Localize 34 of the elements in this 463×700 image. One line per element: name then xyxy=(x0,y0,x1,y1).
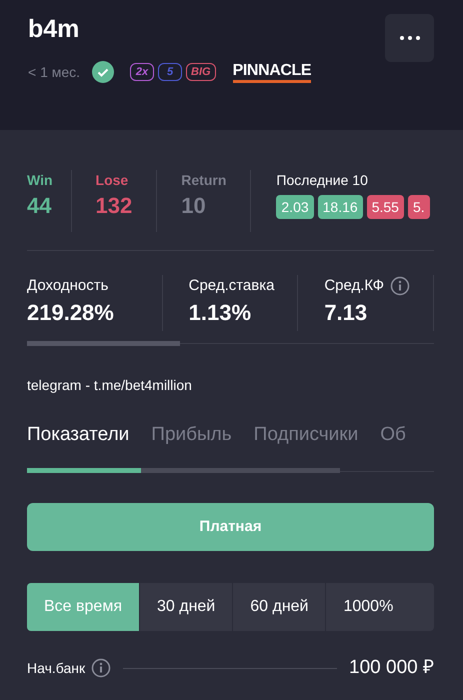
info-icon[interactable] xyxy=(91,658,112,678)
tag-badge: BIG xyxy=(186,63,216,81)
metric-value: 7.13 xyxy=(324,298,368,326)
bookmaker-logo: PINNACLE xyxy=(232,62,312,82)
last-ten-label: Последние 10 xyxy=(276,171,369,190)
metric-value: 219.28% xyxy=(27,298,115,326)
info-icon[interactable] xyxy=(390,276,410,296)
tag-badge: 2x xyxy=(130,63,154,81)
bank-label: Нач.банк xyxy=(27,658,86,678)
odds-badge: 5. xyxy=(408,195,430,219)
metric-label: Сред.ставка xyxy=(188,276,274,296)
age-label: < 1 мес. xyxy=(28,62,80,82)
channel-title: b4m xyxy=(28,14,80,44)
odds-badge: 2.03 xyxy=(276,195,314,219)
metric-label: Доходность xyxy=(27,276,108,296)
bank-value: 100 000 ₽ xyxy=(349,656,434,680)
odds-badge: 18.16 xyxy=(318,195,363,219)
period-tab[interactable]: 1000% xyxy=(325,583,410,631)
tab[interactable]: Показатели xyxy=(27,420,130,450)
metric-label: Сред.КФ xyxy=(324,276,384,296)
more-icon xyxy=(400,36,420,40)
result-label: Return xyxy=(181,171,226,190)
period-tab[interactable]: 60 дней xyxy=(232,583,326,631)
tag-badge: 5 xyxy=(158,63,182,81)
result-count: 132 xyxy=(96,192,132,220)
scrollbar-thumb[interactable] xyxy=(27,341,180,346)
result-label: Lose xyxy=(96,171,130,190)
result-count: 10 xyxy=(181,192,207,220)
metric-value: 1.13% xyxy=(188,298,252,326)
odds-badge: 5.55 xyxy=(366,195,404,219)
telegram-link[interactable]: telegram - t.me/bet4million xyxy=(27,377,192,393)
period-tab[interactable]: 30 дней xyxy=(138,583,232,631)
result-count: 44 xyxy=(27,192,52,220)
result-label: Win xyxy=(27,171,53,190)
